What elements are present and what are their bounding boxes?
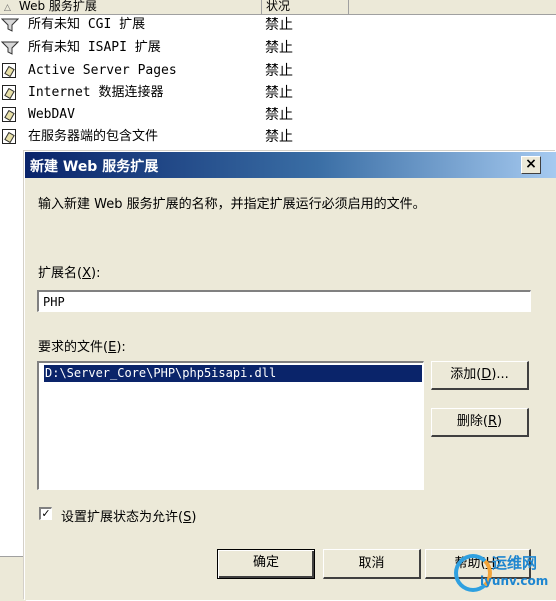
list-item-name: Active Server Pages bbox=[28, 63, 177, 78]
list-item-status: 禁止 bbox=[265, 63, 293, 79]
list-item-name: 在服务器端的包含文件 bbox=[28, 129, 159, 144]
extension-name-label: 扩展名(X): bbox=[38, 266, 101, 281]
extension-icon bbox=[1, 107, 19, 123]
list-item-status: 禁止 bbox=[265, 40, 293, 56]
close-button[interactable]: × bbox=[521, 156, 541, 174]
list-item-name: 所有未知 CGI 扩展 bbox=[28, 17, 146, 32]
ok-button[interactable]: 确定 bbox=[217, 549, 315, 579]
list-item[interactable]: 所有未知 ISAPI 扩展 禁止 bbox=[0, 37, 556, 59]
allow-status-checkbox[interactable]: ✓ bbox=[39, 507, 52, 520]
list-item[interactable]: WebDAV 禁止 bbox=[0, 104, 556, 126]
extension-name-input[interactable] bbox=[37, 290, 531, 312]
filter-icon bbox=[0, 17, 20, 33]
filter-icon bbox=[0, 40, 20, 56]
list-item[interactable]: 在服务器端的包含文件 禁止 bbox=[0, 126, 556, 148]
site-watermark: 运维网 iyunv.com bbox=[454, 550, 554, 598]
required-files-list[interactable]: D:\Server_Core\PHP\php5isapi.dll bbox=[37, 361, 424, 490]
dialog-title: 新建 Web 服务扩展 bbox=[30, 159, 159, 175]
list-item-status: 禁止 bbox=[265, 17, 293, 33]
remove-button[interactable]: 删除(R) bbox=[431, 408, 529, 437]
allow-status-label[interactable]: 设置扩展状态为允许(S) bbox=[61, 506, 196, 525]
extension-icon bbox=[1, 85, 19, 101]
column-header-name[interactable]: △ Web 服务扩展 bbox=[0, 0, 262, 14]
list-item[interactable]: D:\Server_Core\PHP\php5isapi.dll bbox=[44, 365, 422, 382]
list-item-name: WebDAV bbox=[28, 107, 75, 122]
list-bottom-strip bbox=[0, 556, 26, 601]
dialog-titlebar[interactable]: 新建 Web 服务扩展 × bbox=[25, 152, 556, 178]
list-item-status: 禁止 bbox=[265, 129, 293, 145]
list-header: △ Web 服务扩展 状况 bbox=[0, 0, 556, 15]
sort-up-icon: △ bbox=[4, 3, 11, 13]
close-icon: × bbox=[525, 156, 537, 172]
cancel-button[interactable]: 取消 bbox=[323, 549, 421, 579]
required-files-label: 要求的文件(E): bbox=[38, 340, 126, 355]
list-item-status: 禁止 bbox=[265, 85, 293, 101]
list-item[interactable]: Active Server Pages 禁止 bbox=[0, 60, 556, 82]
watermark-text-url: iyunv.com bbox=[480, 574, 549, 588]
watermark-text-cn: 运维网 bbox=[492, 554, 538, 572]
column-header-status[interactable]: 状况 bbox=[262, 0, 349, 14]
new-web-service-extension-dialog: 新建 Web 服务扩展 × 输入新建 Web 服务扩展的名称，并指定扩展运行必须… bbox=[24, 151, 556, 600]
check-icon: ✓ bbox=[41, 507, 51, 520]
extension-icon bbox=[1, 63, 19, 79]
list-item-name: 所有未知 ISAPI 扩展 bbox=[28, 40, 161, 55]
instructions-text: 输入新建 Web 服务扩展的名称，并指定扩展运行必须启用的文件。 bbox=[38, 197, 426, 212]
add-button[interactable]: 添加(D)... bbox=[431, 361, 529, 390]
list-item[interactable]: 所有未知 CGI 扩展 禁止 bbox=[0, 14, 556, 36]
list-item[interactable]: Internet 数据连接器 禁止 bbox=[0, 82, 556, 104]
extension-icon bbox=[1, 129, 19, 145]
list-item-name: Internet 数据连接器 bbox=[28, 85, 164, 100]
list-item-status: 禁止 bbox=[265, 107, 293, 123]
